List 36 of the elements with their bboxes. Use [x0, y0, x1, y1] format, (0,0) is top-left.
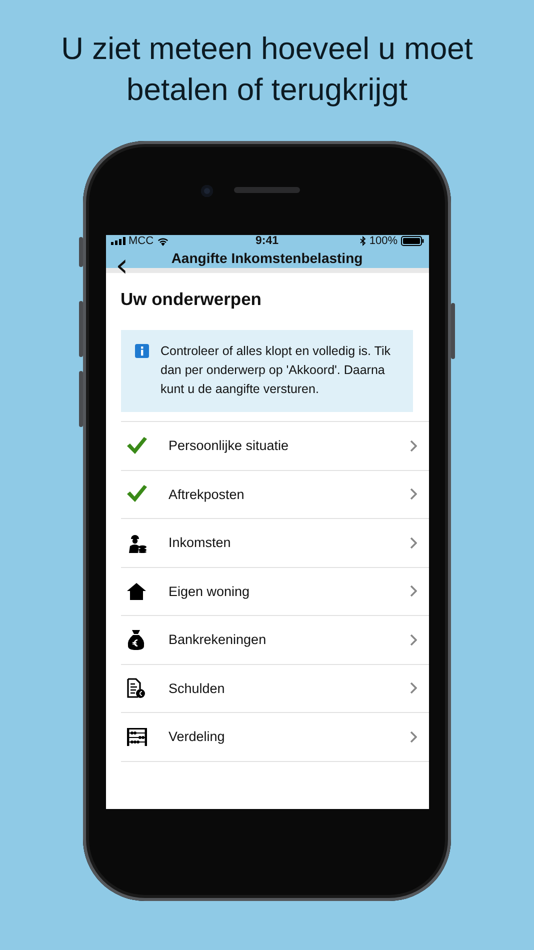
topic-item[interactable]: Aftrekposten	[120, 470, 428, 518]
topic-item[interactable]: Eigen woning	[120, 566, 428, 616]
document-icon	[126, 678, 144, 698]
topic-item[interactable]: Bankrekeningen	[120, 615, 428, 664]
house-icon	[126, 582, 146, 600]
info-text: Controleer of alles klopt en volledig is. Tik dan per onderwerp op 'Akkoord'. Daarna kunt u de aangifte versturen.	[160, 343, 392, 398]
carrier-name: MCC	[128, 235, 154, 248]
clock-time: 9:41	[255, 235, 279, 248]
money-bag-icon	[126, 630, 144, 650]
worker-icon	[126, 532, 146, 553]
section-title: Uw onderwerpen	[120, 289, 262, 310]
chevron-icon	[410, 440, 416, 452]
topic-item[interactable]: Inkomsten	[120, 518, 428, 567]
topic-item[interactable]: Schulden	[120, 664, 428, 712]
signal-icon	[110, 237, 126, 246]
check-icon	[126, 436, 146, 455]
abacus-icon	[126, 728, 146, 746]
topic-item[interactable]: Verdeling	[120, 712, 428, 761]
check-icon	[126, 485, 146, 504]
speaker	[234, 187, 300, 193]
chevron-icon	[410, 634, 416, 646]
wifi-icon	[156, 236, 169, 246]
battery-percent: 100%	[369, 235, 398, 248]
topic-item[interactable]: Persoonlijke situatie	[120, 421, 428, 470]
camera	[201, 185, 213, 197]
back-button[interactable]: ‹	[110, 248, 134, 282]
chevron-icon	[410, 682, 416, 694]
chevron-icon	[410, 730, 416, 743]
headline: U ziet meteen hoeveel u moet betalen of terugkrijgt	[60, 30, 474, 109]
chevron-icon	[410, 585, 416, 598]
battery-icon	[400, 236, 424, 246]
screen-title: Aangifte Inkomstenbelasting	[171, 250, 363, 266]
chevron-icon	[410, 536, 416, 549]
info-icon	[134, 344, 148, 358]
chevron-icon	[410, 488, 416, 500]
bluetooth-icon	[360, 236, 366, 246]
